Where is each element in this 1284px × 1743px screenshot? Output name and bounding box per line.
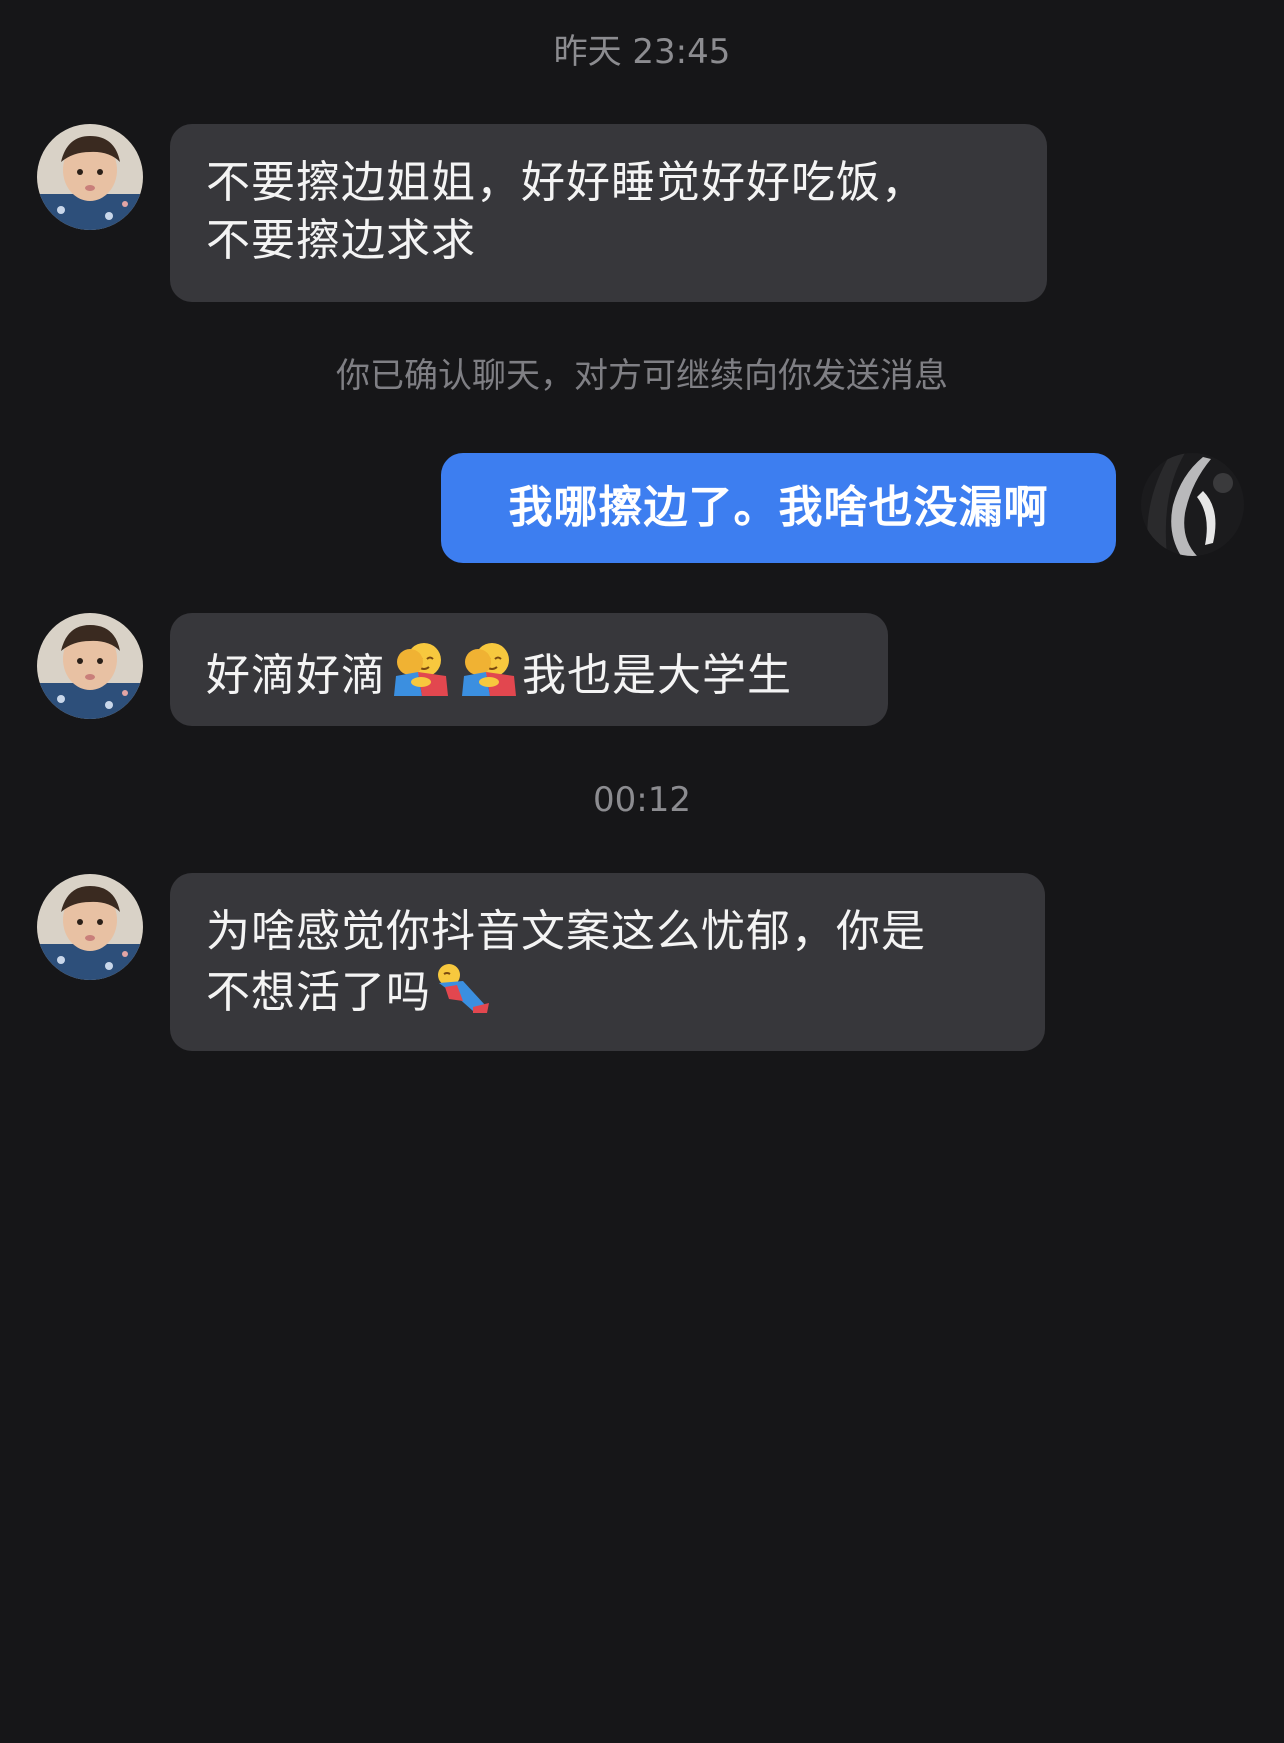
contact-avatar-image	[37, 124, 143, 230]
hug-emoji-icon	[388, 640, 452, 713]
incoming-message-bubble[interactable]: 不要擦边姐姐，好好睡觉好好吃饭， 不要擦边求求	[170, 124, 1047, 302]
outgoing-message-bubble[interactable]: 我哪擦边了。我啥也没漏啊	[441, 453, 1116, 563]
message-text-line: 不要擦边求求	[206, 215, 476, 266]
contact-avatar[interactable]	[37, 613, 143, 719]
chat-thread[interactable]: 昨天 23:45 不要擦边姐姐，好好睡觉好好吃饭， 不要擦边求求 你已确认聊天，…	[0, 0, 1284, 1743]
timestamp-yesterday: 昨天 23:45	[553, 32, 731, 72]
message-text: 好滴好滴	[206, 650, 386, 701]
incoming-message-bubble[interactable]: 为啥感觉你抖音文案这么忧郁，你是 不想活了吗	[170, 873, 1045, 1051]
lying-person-emoji-icon	[433, 961, 491, 1030]
message-text-line: 不要擦边姐姐，好好睡觉好好吃饭，	[206, 157, 926, 208]
my-avatar[interactable]	[1141, 453, 1244, 556]
my-avatar-image	[1141, 453, 1244, 556]
system-notice: 你已确认聊天，对方可继续向你发送消息	[336, 356, 948, 396]
hug-emoji-icon	[456, 640, 520, 713]
message-text: 我哪擦边了。我啥也没漏啊	[508, 482, 1049, 533]
contact-avatar-image	[37, 613, 143, 719]
message-text: 不想活了吗	[206, 967, 431, 1018]
contact-avatar-image	[37, 874, 143, 980]
message-text-line: 为啥感觉你抖音文案这么忧郁，你是	[206, 906, 926, 957]
contact-avatar[interactable]	[37, 874, 143, 980]
incoming-message-bubble[interactable]: 好滴好滴 我也是大学生	[170, 613, 888, 726]
message-text: 我也是大学生	[522, 650, 792, 701]
contact-avatar[interactable]	[37, 124, 143, 230]
timestamp-today: 00:12	[593, 780, 691, 820]
